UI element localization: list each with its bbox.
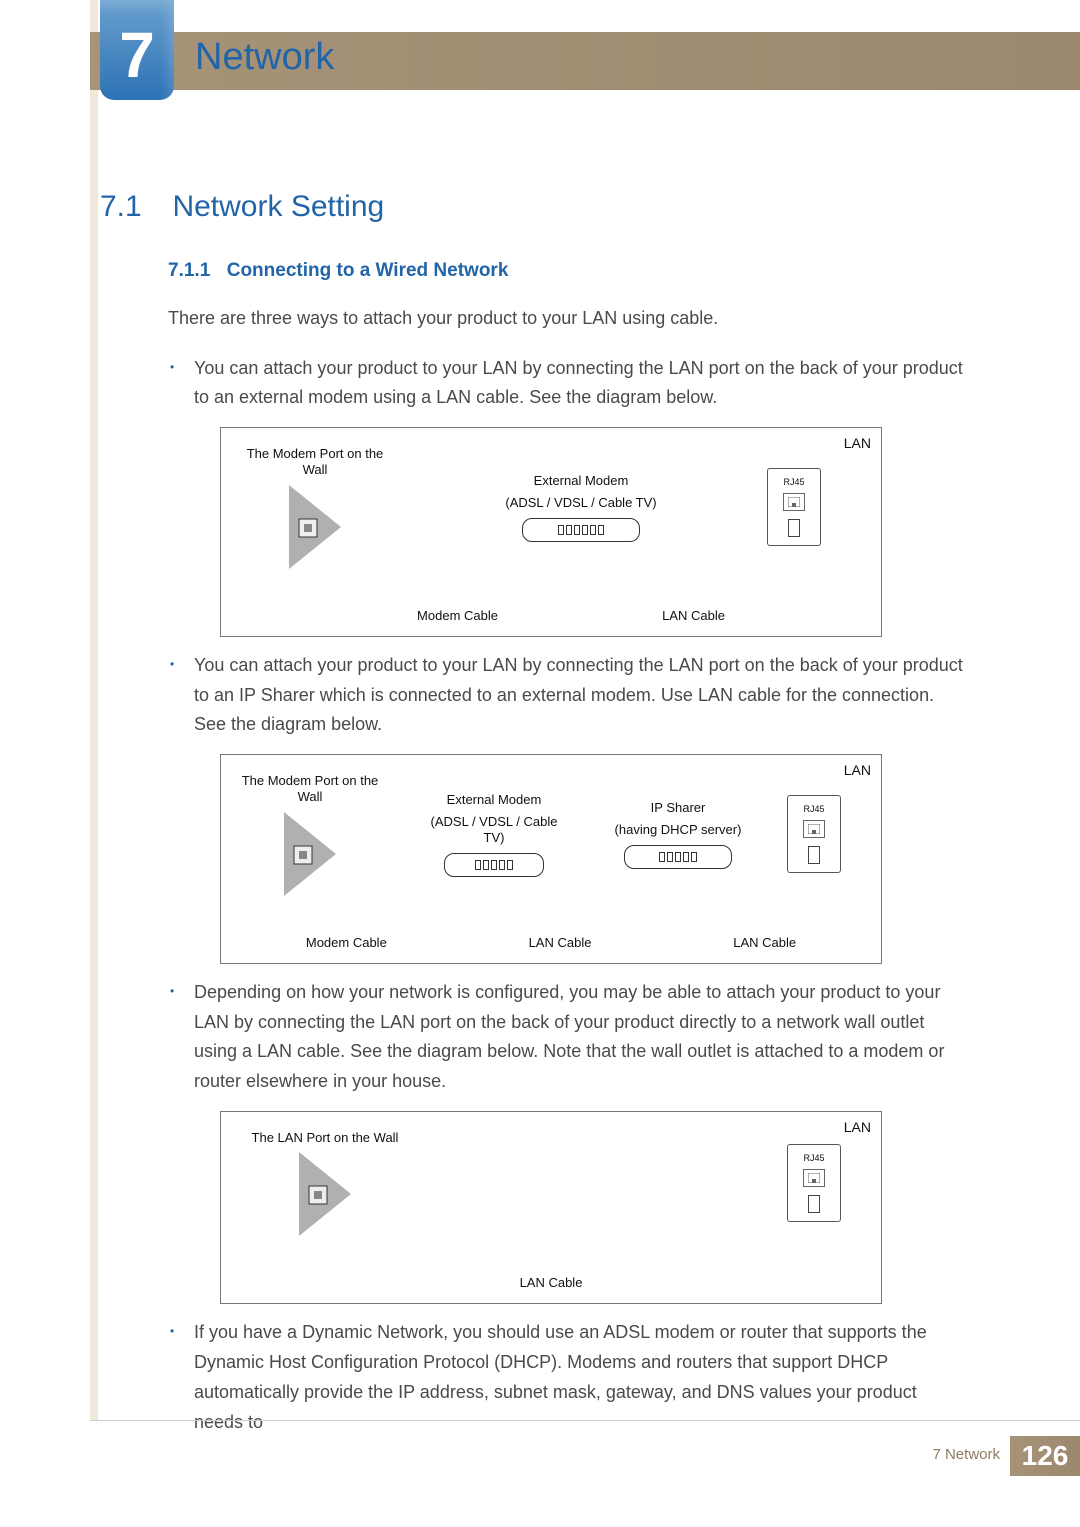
- modem-icon: [444, 853, 544, 877]
- tv-back-panel-icon: RJ45: [787, 795, 841, 873]
- ip-sharer-icon: [624, 845, 732, 869]
- rj45-port-icon: [783, 493, 805, 511]
- lan-cable-label: LAN Cable: [733, 932, 796, 953]
- sharer-label-line2: (having DHCP server): [603, 822, 753, 838]
- subsection-title: Connecting to a Wired Network: [227, 260, 509, 282]
- lan-label: LAN: [844, 1116, 871, 1139]
- footer-page-number: 126: [1010, 1436, 1080, 1476]
- sharer-label-line1: IP Sharer: [603, 800, 753, 816]
- lan-cable-label: LAN Cable: [520, 1272, 583, 1293]
- bullet-text: If you have a Dynamic Network, you shoul…: [194, 1322, 927, 1431]
- wall-port-icon: [284, 812, 336, 896]
- wall-port-label: The Modem Port on the Wall: [235, 773, 385, 806]
- footer-chapter-label: 7 Network: [932, 1446, 1000, 1463]
- diagram-ip-sharer: LAN The Modem Port on the Wall External …: [220, 754, 882, 964]
- bullet-list: You can attach your product to your LAN …: [168, 354, 970, 1438]
- chapter-number-badge: 7: [100, 0, 174, 100]
- list-item: You can attach your product to your LAN …: [168, 354, 970, 637]
- rj45-label: RJ45: [783, 475, 804, 490]
- bullet-text: You can attach your product to your LAN …: [194, 655, 963, 734]
- wall-port-label: The Modem Port on the Wall: [235, 446, 395, 479]
- lan-cable-label: LAN Cable: [662, 605, 725, 626]
- rj45-label: RJ45: [803, 1151, 824, 1166]
- modem-label-line2: (ADSL / VDSL / Cable TV): [419, 814, 569, 847]
- page-content: 7.1 Network Setting 7.1.1 Connecting to …: [100, 190, 970, 1445]
- lan-label: LAN: [844, 759, 871, 782]
- modem-cable-label: Modem Cable: [417, 605, 498, 626]
- rj45-port-icon: [803, 1169, 825, 1187]
- lan-label: LAN: [844, 432, 871, 455]
- modem-icon: [522, 518, 640, 542]
- list-item: You can attach your product to your LAN …: [168, 651, 970, 964]
- cable-labels-row: Modem Cable LAN Cable: [235, 605, 867, 626]
- rj45-label: RJ45: [803, 802, 824, 817]
- modem-label-line1: External Modem: [481, 473, 681, 489]
- intro-paragraph: There are three ways to attach your prod…: [168, 304, 970, 334]
- chapter-title: Network: [195, 36, 334, 79]
- section-number: 7.1: [100, 190, 168, 224]
- modem-label-line2: (ADSL / VDSL / Cable TV): [481, 495, 681, 511]
- cable-plug-icon: [788, 519, 800, 537]
- lan-cable-label: LAN Cable: [529, 932, 592, 953]
- wall-lan-label: The LAN Port on the Wall: [235, 1130, 415, 1146]
- diagram-modem-direct: LAN The Modem Port on the Wall External …: [220, 427, 882, 637]
- cable-labels-row: LAN Cable: [235, 1272, 867, 1293]
- bullet-text: You can attach your product to your LAN …: [194, 358, 963, 408]
- list-item: Depending on how your network is configu…: [168, 978, 970, 1304]
- tv-back-panel-icon: RJ45: [767, 468, 821, 546]
- cable-labels-row: Modem Cable LAN Cable LAN Cable: [235, 932, 867, 953]
- cable-plug-icon: [808, 1195, 820, 1213]
- subsection-heading: 7.1.1 Connecting to a Wired Network: [168, 260, 970, 282]
- page-footer: 7 Network 126: [90, 1420, 1080, 1480]
- cable-plug-icon: [808, 846, 820, 864]
- tv-back-panel-icon: RJ45: [787, 1144, 841, 1222]
- diagram-wall-direct: LAN The LAN Port on the Wall RJ45: [220, 1111, 882, 1305]
- wall-port-icon: [289, 485, 341, 569]
- wall-port-icon: [299, 1152, 351, 1236]
- modem-cable-label: Modem Cable: [306, 932, 387, 953]
- subsection-number: 7.1.1: [168, 260, 210, 282]
- section-heading: 7.1 Network Setting: [100, 190, 970, 224]
- bullet-text: Depending on how your network is configu…: [194, 982, 944, 1091]
- left-decorative-strip: [90, 0, 98, 1420]
- modem-label-line1: External Modem: [419, 792, 569, 808]
- rj45-port-icon: [803, 820, 825, 838]
- section-title: Network Setting: [172, 190, 384, 224]
